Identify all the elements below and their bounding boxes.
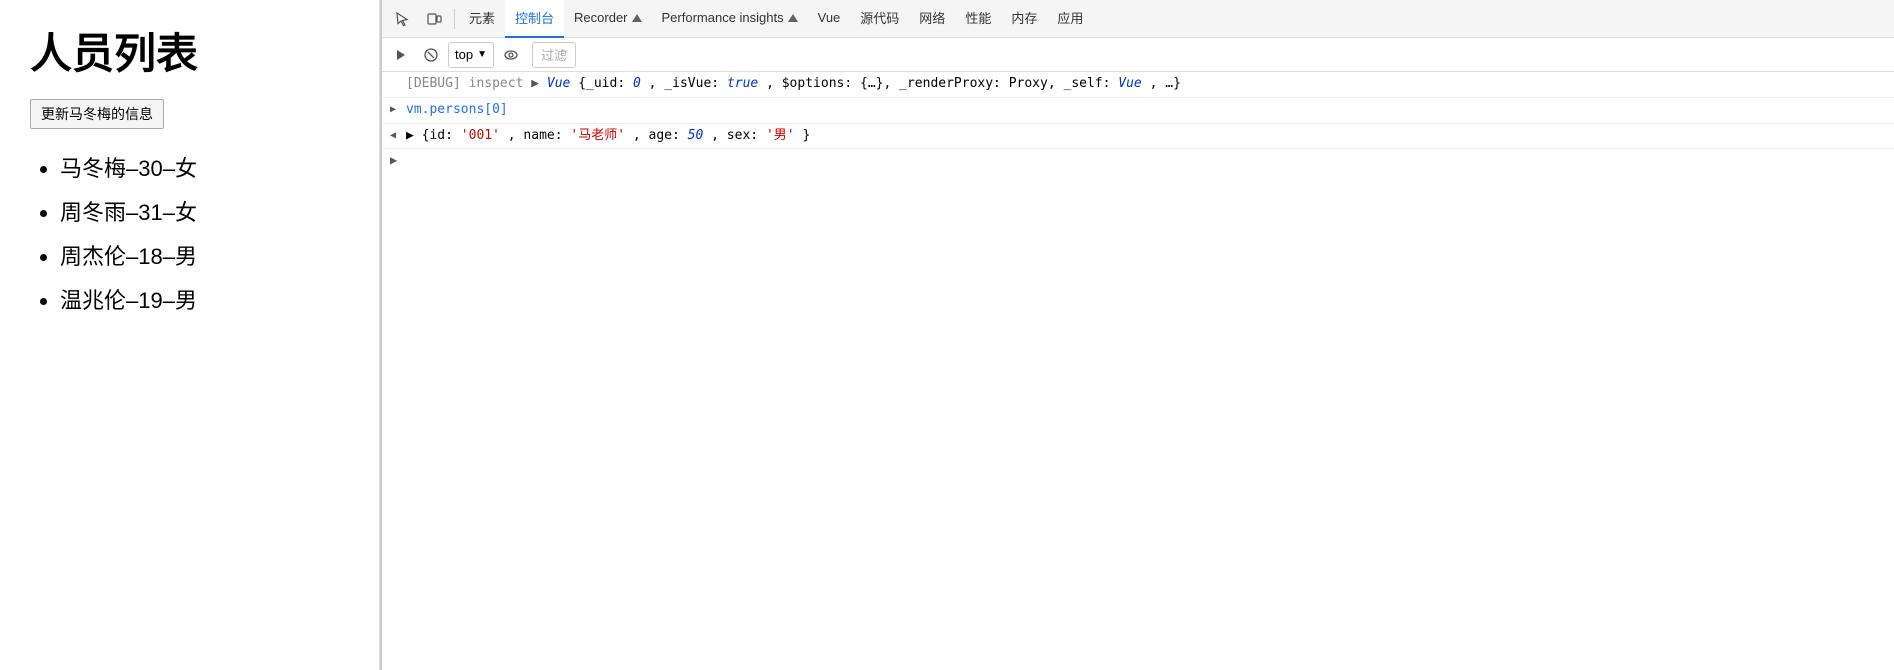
device-icon[interactable] — [418, 3, 450, 35]
devtools-tabbar: 元素 控制台 Recorder Performance insights Vue… — [382, 0, 1894, 38]
clear-button[interactable] — [418, 42, 444, 68]
tab-network[interactable]: 网络 — [909, 0, 955, 38]
list-item: 温兆伦–19–男 — [60, 279, 349, 323]
tab-vue[interactable]: Vue — [808, 0, 851, 38]
console-line-vm-persons[interactable]: ▶ vm.persons[0] — [382, 98, 1894, 124]
filter-input[interactable]: 过滤 — [532, 42, 576, 68]
context-selector[interactable]: top ▼ — [448, 42, 494, 68]
person-list: 马冬梅–30–女 周冬雨–31–女 周杰伦–18–男 温兆伦–19–男 — [30, 147, 349, 323]
perf-badge — [788, 14, 798, 22]
prompt-icon: ▶ — [390, 151, 397, 170]
tab-memory[interactable]: 内存 — [1001, 0, 1047, 38]
execute-button[interactable] — [388, 42, 414, 68]
left-panel: 人员列表 更新马冬梅的信息 马冬梅–30–女 周冬雨–31–女 周杰伦–18–男… — [0, 0, 380, 670]
console-toolbar: top ▼ 过滤 — [382, 38, 1894, 72]
tab-separator — [454, 9, 455, 29]
console-output: [DEBUG] inspect ▶ Vue {_uid: 0 , _isVue:… — [382, 72, 1894, 670]
console-line-debug: [DEBUG] inspect ▶ Vue {_uid: 0 , _isVue:… — [382, 72, 1894, 98]
tab-sources[interactable]: 源代码 — [850, 0, 909, 38]
console-input[interactable] — [401, 152, 1886, 170]
update-button[interactable]: 更新马冬梅的信息 — [30, 99, 164, 129]
expand-arrow[interactable]: ◀ — [390, 126, 406, 144]
expand-arrow[interactable]: ▶ — [390, 100, 406, 118]
chevron-down-icon: ▼ — [477, 49, 487, 60]
tab-elements[interactable]: 元素 — [459, 0, 505, 38]
expand-arrow — [390, 74, 406, 76]
live-expressions-button[interactable] — [498, 42, 524, 68]
list-item: 周冬雨–31–女 — [60, 191, 349, 235]
tab-performance-insights[interactable]: Performance insights — [652, 0, 808, 38]
console-line-object[interactable]: ◀ ▶ {id: '001' , name: '马老师' , age: 50 ,… — [382, 124, 1894, 150]
console-prompt-line[interactable]: ▶ — [382, 149, 1894, 172]
list-item: 周杰伦–18–男 — [60, 235, 349, 279]
context-label: top — [455, 47, 473, 62]
page-title: 人员列表 — [30, 20, 349, 81]
tab-console[interactable]: 控制台 — [505, 0, 564, 38]
tab-application[interactable]: 应用 — [1047, 0, 1093, 38]
tab-performance[interactable]: 性能 — [955, 0, 1001, 38]
devtools-panel: 元素 控制台 Recorder Performance insights Vue… — [380, 0, 1894, 670]
list-item: 马冬梅–30–女 — [60, 147, 349, 191]
recorder-badge — [632, 14, 642, 22]
cursor-icon[interactable] — [386, 3, 418, 35]
tab-recorder[interactable]: Recorder — [564, 0, 651, 38]
